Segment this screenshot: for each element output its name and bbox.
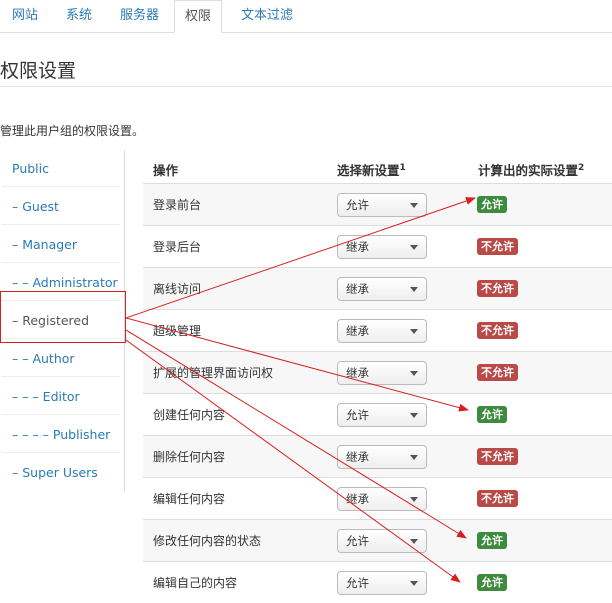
- chevron-down-icon: [410, 287, 418, 292]
- select-value: 继承: [346, 366, 369, 380]
- table-row: 编辑自己的内容 允许 允许: [143, 561, 612, 603]
- status-badge: 不允许: [477, 490, 518, 507]
- group-public[interactable]: Public: [12, 161, 49, 176]
- group-guest[interactable]: – Guest: [12, 199, 59, 214]
- column-header-new-setting-label: 选择新设置: [337, 163, 400, 178]
- status-badge: 不允许: [477, 280, 518, 297]
- divider: [2, 452, 120, 453]
- chevron-down-icon: [410, 245, 418, 250]
- setting-select[interactable]: 继承: [337, 487, 427, 511]
- status-badge: 允许: [477, 574, 507, 591]
- table-row: 扩展的管理界面访问权 继承 不允许: [143, 351, 612, 393]
- status-badge: 允许: [477, 406, 507, 423]
- divider: [2, 262, 120, 263]
- group-super-users[interactable]: – Super Users: [12, 465, 98, 480]
- table-row: 修改任何内容的状态 允许 允许: [143, 519, 612, 561]
- setting-select[interactable]: 继承: [337, 277, 427, 301]
- status-badge: 不允许: [477, 238, 518, 255]
- table-row: 超级管理 继承 不允许: [143, 309, 612, 351]
- table-row: 登录前台 允许 允许: [143, 183, 612, 225]
- page-title: 权限设置: [0, 60, 77, 82]
- divider: [2, 186, 120, 187]
- select-value: 允许: [346, 198, 369, 212]
- divider: [0, 86, 612, 87]
- select-value: 继承: [346, 324, 369, 338]
- footnote-marker: 2: [578, 162, 585, 173]
- setting-select[interactable]: 继承: [337, 319, 427, 343]
- column-header-action: 操作: [153, 163, 179, 178]
- table-row: 登录后台 继承 不允许: [143, 225, 612, 267]
- setting-select[interactable]: 继承: [337, 235, 427, 259]
- table-row: 离线访问 继承 不允许: [143, 267, 612, 309]
- select-value: 继承: [346, 450, 369, 464]
- group-publisher[interactable]: – – – – Publisher: [12, 427, 110, 442]
- tab-website[interactable]: 网站: [2, 0, 48, 31]
- setting-select[interactable]: 允许: [337, 571, 427, 595]
- tab-permissions[interactable]: 权限: [174, 0, 223, 33]
- select-value: 继承: [346, 492, 369, 506]
- page-description: 管理此用户组的权限设置。: [0, 124, 145, 138]
- status-badge: 不允许: [477, 364, 518, 381]
- chevron-down-icon: [410, 329, 418, 334]
- table-row: 删除任何内容 继承 不允许: [143, 435, 612, 477]
- tab-server[interactable]: 服务器: [110, 0, 169, 31]
- chevron-down-icon: [410, 203, 418, 208]
- column-header-new-setting: 选择新设置1: [337, 160, 406, 179]
- tab-system[interactable]: 系统: [56, 0, 102, 31]
- table-row: 创建任何内容 允许 允许: [143, 393, 612, 435]
- select-value: 允许: [346, 576, 369, 590]
- setting-select[interactable]: 允许: [337, 529, 427, 553]
- action-label: 登录前台: [153, 198, 202, 212]
- setting-select[interactable]: 继承: [337, 445, 427, 469]
- select-value: 继承: [346, 240, 369, 254]
- action-label: 修改任何内容的状态: [153, 534, 262, 548]
- group-author[interactable]: – – Author: [12, 351, 75, 366]
- table-row: 编辑任何内容 继承 不允许: [143, 477, 612, 519]
- chevron-down-icon: [410, 413, 418, 418]
- action-label: 超级管理: [153, 324, 202, 338]
- action-label: 编辑自己的内容: [153, 576, 238, 590]
- action-label: 创建任何内容: [153, 408, 226, 422]
- column-header-computed-label: 计算出的实际设置: [478, 163, 579, 178]
- status-badge: 允许: [477, 196, 507, 213]
- setting-select[interactable]: 允许: [337, 193, 427, 217]
- action-label: 登录后台: [153, 240, 202, 254]
- tab-bar: 网站 系统 服务器 权限 文本过滤: [0, 0, 612, 33]
- action-label: 编辑任何内容: [153, 492, 226, 506]
- chevron-down-icon: [410, 455, 418, 460]
- action-label: 扩展的管理界面访问权: [153, 366, 274, 380]
- group-editor[interactable]: – – – Editor: [12, 389, 80, 404]
- footnote-marker: 1: [399, 162, 406, 173]
- action-label: 离线访问: [153, 282, 202, 296]
- chevron-down-icon: [410, 581, 418, 586]
- status-badge: 不允许: [477, 448, 518, 465]
- status-badge: 允许: [477, 532, 507, 549]
- status-badge: 不允许: [477, 322, 518, 339]
- setting-select[interactable]: 继承: [337, 361, 427, 385]
- divider: [2, 414, 120, 415]
- divider: [2, 224, 120, 225]
- divider: [2, 376, 120, 377]
- setting-select[interactable]: 允许: [337, 403, 427, 427]
- column-header-computed: 计算出的实际设置2: [478, 160, 584, 179]
- highlight-box: [0, 291, 126, 343]
- tab-text-filter[interactable]: 文本过滤: [231, 0, 303, 31]
- group-administrator[interactable]: – – Administrator: [12, 275, 118, 290]
- select-value: 允许: [346, 408, 369, 422]
- chevron-down-icon: [410, 497, 418, 502]
- chevron-down-icon: [410, 539, 418, 544]
- group-manager[interactable]: – Manager: [12, 237, 77, 252]
- action-label: 删除任何内容: [153, 450, 226, 464]
- select-value: 继承: [346, 282, 369, 296]
- chevron-down-icon: [410, 371, 418, 376]
- select-value: 允许: [346, 534, 369, 548]
